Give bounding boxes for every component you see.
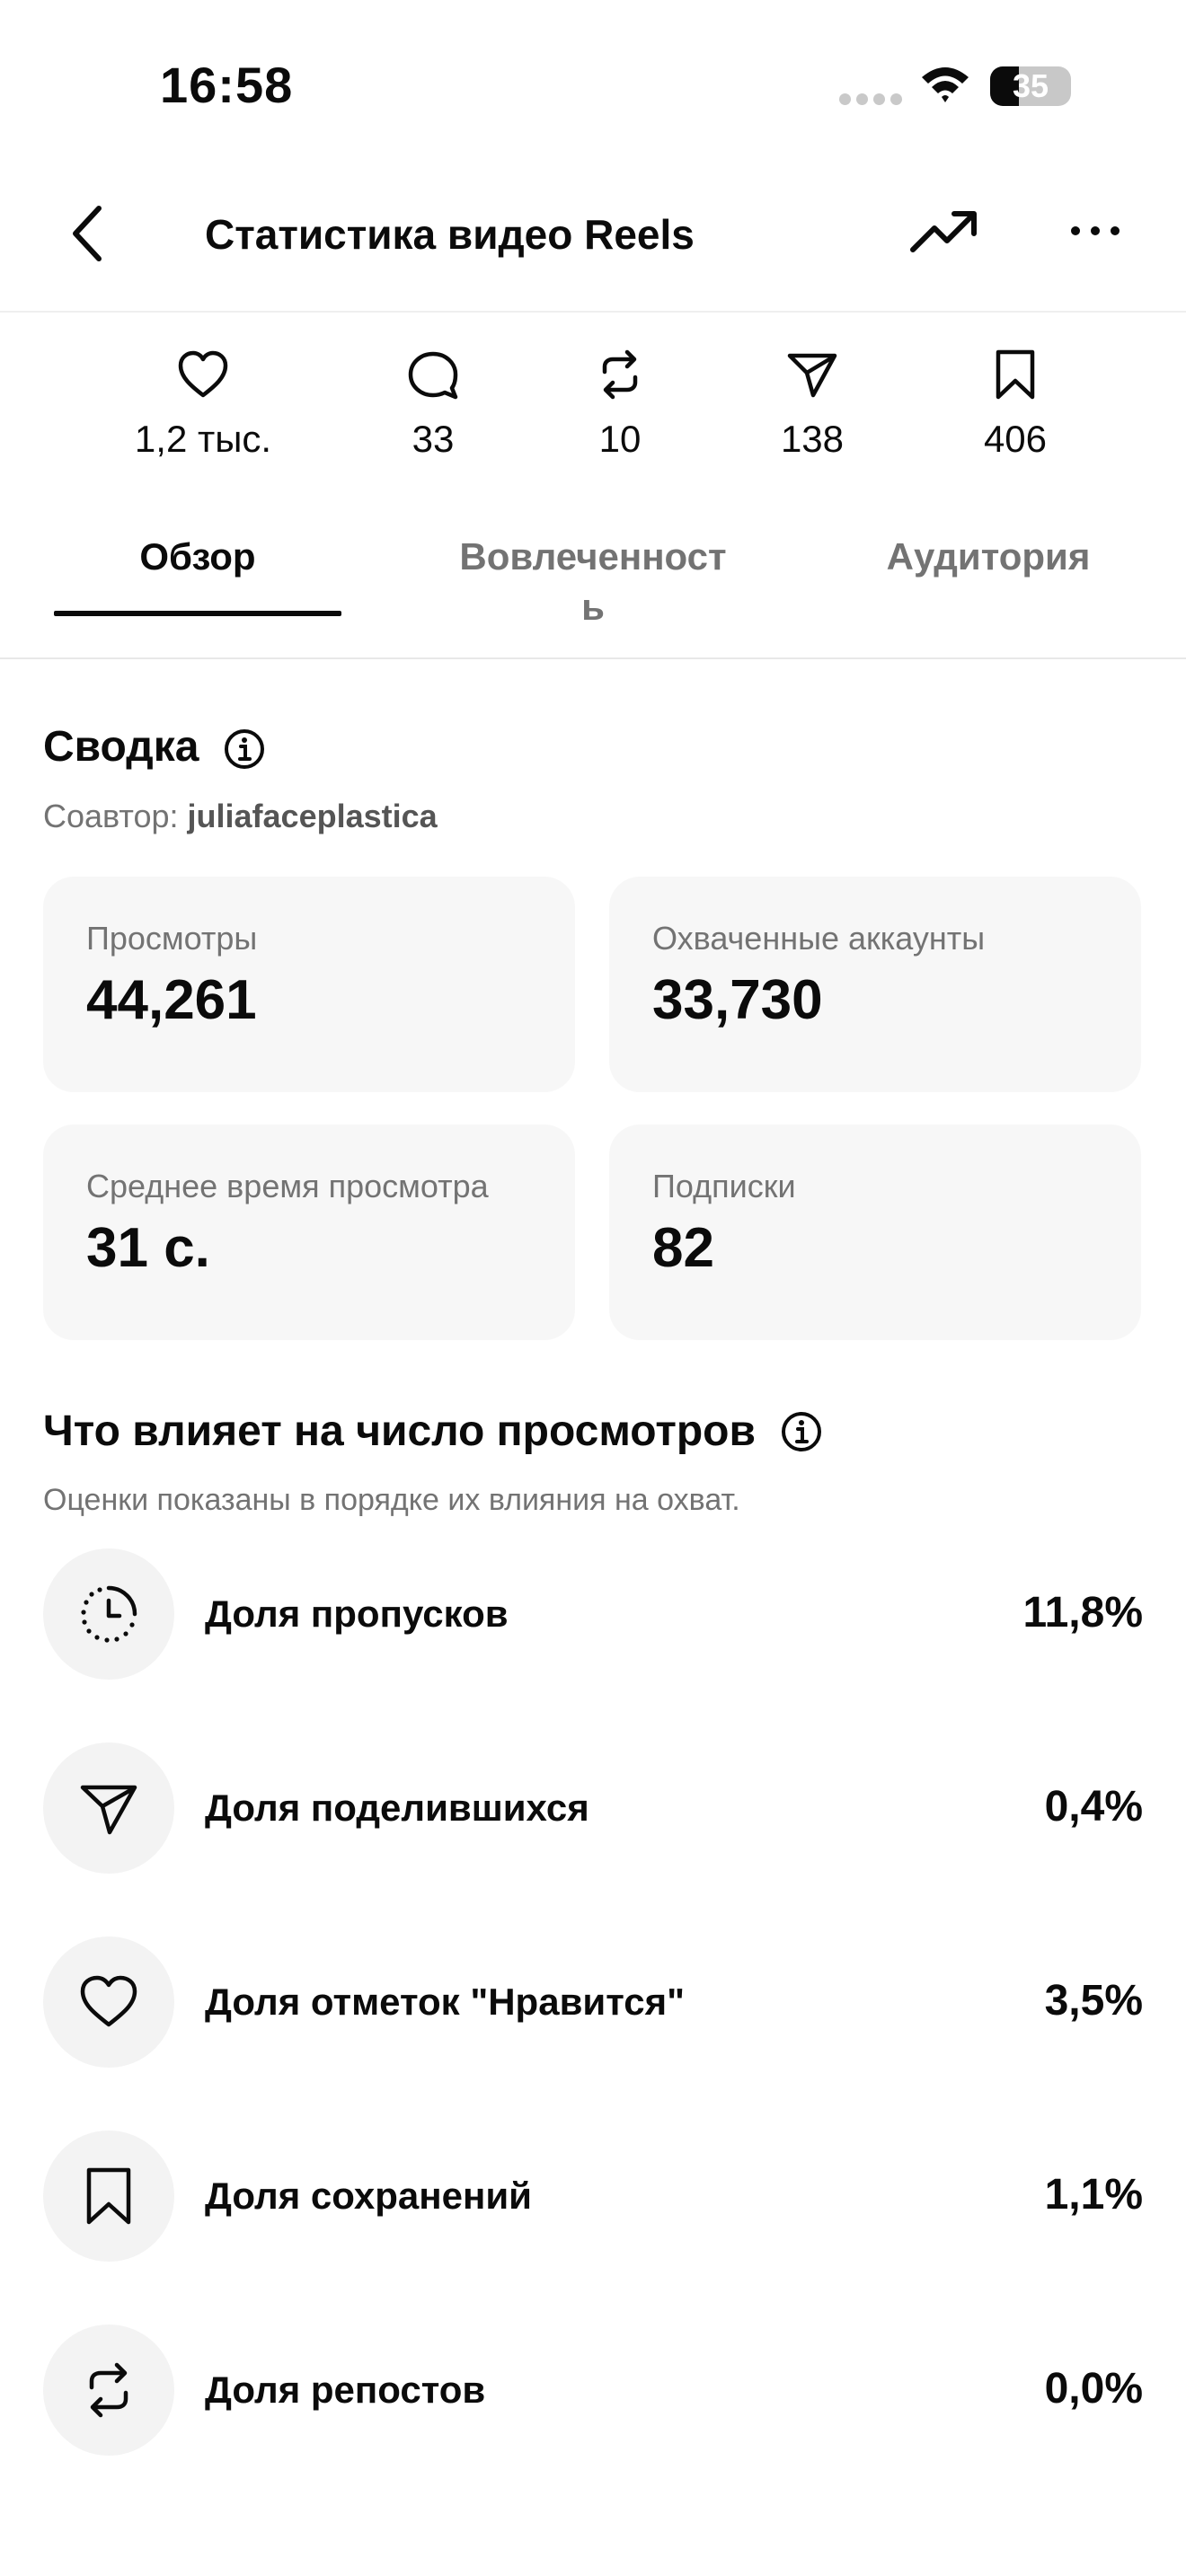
info-icon[interactable] (223, 728, 266, 771)
factor-value: 1,1% (1044, 2171, 1143, 2219)
factors-title: Что влияет на число просмотров (43, 1407, 757, 1455)
stat-card-value: 31 с. (86, 1217, 210, 1279)
status-time: 16:58 (160, 57, 294, 113)
send-icon (80, 1785, 137, 1835)
heart-icon (178, 350, 228, 398)
top-navigation-bar: Статистика видео Reels (0, 171, 1186, 313)
repost-icon (602, 349, 638, 400)
stat-card-views: Просмотры 44,261 (43, 877, 575, 1092)
factor-label: Доля пропусков (205, 1592, 509, 1635)
stat-card-watch-time: Среднее время просмотра 31 с. (43, 1125, 575, 1340)
shares-value: 138 (780, 418, 845, 460)
factor-icon-circle (43, 2130, 174, 2262)
factor-label: Доля репостов (205, 2369, 486, 2411)
factor-value: 11,8% (1022, 1589, 1143, 1636)
comment-icon (408, 351, 458, 400)
trending-up-icon[interactable] (907, 203, 981, 259)
factor-value: 3,5% (1044, 1977, 1143, 2025)
send-icon (787, 353, 837, 398)
bookmark-icon (996, 349, 1035, 400)
coauthor-name[interactable]: juliafaceplastica (188, 798, 438, 834)
saves-count: 406 (925, 347, 1105, 462)
factor-label: Доля поделившихся (205, 1786, 589, 1829)
battery-icon: 35 (990, 66, 1071, 106)
bookmark-icon (86, 2167, 131, 2225)
active-tab-indicator (54, 611, 341, 616)
coauthor-prefix: Соавтор: (43, 798, 188, 834)
tab-audience[interactable]: Аудитория (863, 532, 1114, 582)
repost-icon (89, 2362, 128, 2418)
tab-bar: Обзор Вовлеченност ь Аудитория (0, 526, 1186, 659)
factor-label: Доля отметок "Нравится" (205, 1981, 686, 2023)
stat-card-label: Подписки (652, 1168, 796, 1204)
factor-row-save-rate[interactable]: Доля сохранений 1,1% (43, 2130, 1143, 2262)
reposts-value: 10 (598, 418, 642, 460)
stat-card-follows: Подписки 82 (609, 1125, 1141, 1340)
factor-label: Доля сохранений (205, 2175, 532, 2217)
stat-card-label: Просмотры (86, 920, 258, 957)
tab-engagement-label-wrap: ь (581, 586, 605, 628)
stat-card-value: 44,261 (86, 969, 257, 1031)
saves-value: 406 (983, 418, 1048, 460)
info-icon[interactable] (780, 1410, 823, 1453)
cellular-signal-icon (839, 93, 902, 105)
stat-card-reach: Охваченные аккаунты 33,730 (609, 877, 1141, 1092)
timer-icon (81, 1585, 137, 1643)
likes-count: 1,2 тыс. (113, 347, 293, 462)
summary-title: Сводка (43, 723, 199, 771)
factor-icon-circle (43, 1742, 174, 1874)
stat-card-label: Охваченные аккаунты (652, 920, 986, 957)
stat-card-label: Среднее время просмотра (86, 1168, 489, 1204)
status-bar: 16:58 35 (0, 0, 1186, 171)
factor-row-repost-rate[interactable]: Доля репостов 0,0% (43, 2325, 1143, 2456)
tab-engagement-label: Вовлеченност (459, 535, 727, 578)
chevron-left-icon[interactable] (65, 198, 115, 269)
factor-row-like-rate[interactable]: Доля отметок "Нравится" 3,5% (43, 1936, 1143, 2068)
factor-icon-circle (43, 1548, 174, 1680)
factors-subtitle: Оценки показаны в порядке их влияния на … (43, 1483, 740, 1517)
factor-row-skip-rate[interactable]: Доля пропусков 11,8% (43, 1548, 1143, 1680)
factor-row-share-rate[interactable]: Доля поделившихся 0,4% (43, 1742, 1143, 1874)
stat-card-value: 33,730 (652, 969, 823, 1031)
likes-value: 1,2 тыс. (134, 418, 272, 460)
reposts-count: 10 (530, 347, 710, 462)
factor-value: 0,0% (1044, 2365, 1143, 2413)
wifi-icon (922, 67, 969, 102)
comments-count: 33 (343, 347, 523, 462)
factor-value: 0,4% (1044, 1783, 1143, 1831)
tab-overview[interactable]: Обзор (54, 532, 341, 582)
comments-value: 33 (412, 418, 455, 460)
tab-engagement[interactable]: Вовлеченност ь (431, 532, 755, 632)
shares-count: 138 (722, 347, 902, 462)
heart-icon (80, 1975, 137, 2027)
page-title: Статистика видео Reels (205, 211, 695, 258)
battery-level: 35 (1012, 67, 1049, 104)
factor-icon-circle (43, 1936, 174, 2068)
more-horizontal-icon[interactable] (1064, 203, 1127, 259)
coauthor-line: Соавтор: juliafaceplastica (43, 796, 438, 837)
engagement-counts: 1,2 тыс. 33 10 138 406 (0, 347, 1186, 481)
factor-icon-circle (43, 2325, 174, 2456)
stat-card-value: 82 (652, 1217, 714, 1279)
